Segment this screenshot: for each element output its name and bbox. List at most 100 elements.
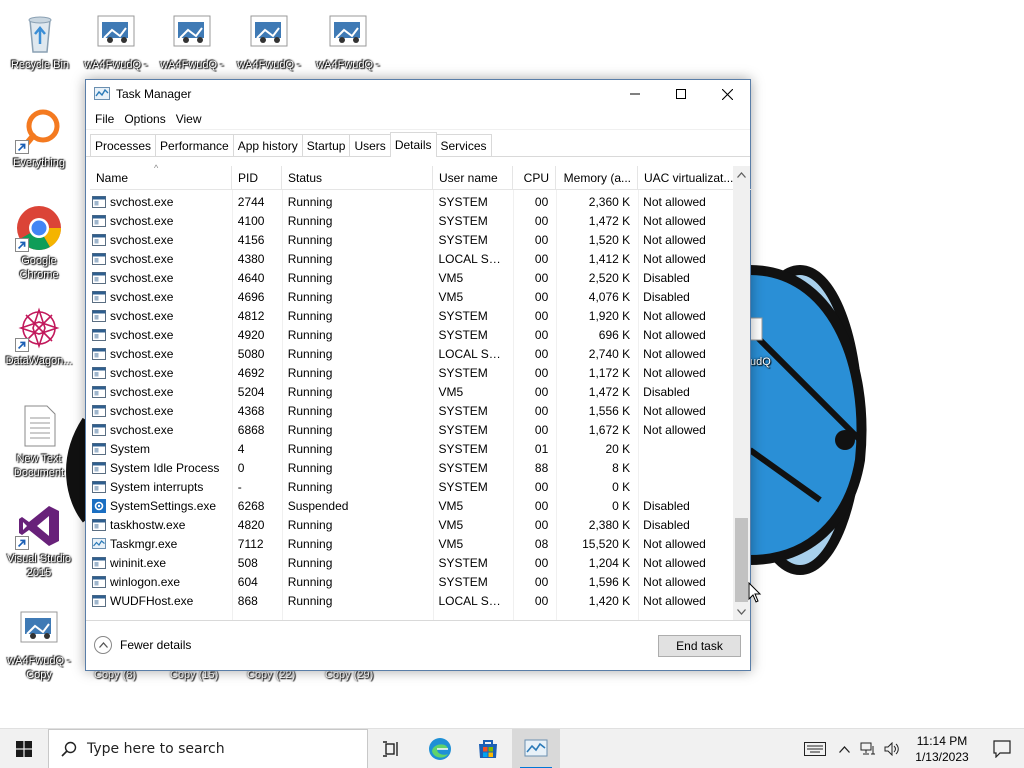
column-header-name[interactable]: Name xyxy=(90,165,232,190)
start-button[interactable] xyxy=(0,729,48,768)
search-icon xyxy=(61,741,77,757)
desktop-icon-file-2[interactable]: wA4FwudQ - xyxy=(154,8,230,72)
fewer-details-button[interactable]: Fewer details xyxy=(94,636,191,654)
desktop-icon-datawagon[interactable]: DataWagon... xyxy=(1,304,77,368)
cell-status: Running xyxy=(287,346,333,361)
column-header-cpu[interactable]: CPU xyxy=(513,165,556,190)
cell-cpu: 00 xyxy=(534,346,549,361)
maximize-button[interactable] xyxy=(658,80,704,108)
file-shortcut-icon xyxy=(97,15,135,47)
menu-options[interactable]: Options xyxy=(119,112,170,126)
close-button[interactable] xyxy=(704,80,750,108)
desktop-icon-google-chrome[interactable]: Google Chrome xyxy=(1,204,77,282)
table-row[interactable]: WUDFHost.exe 868 Running LOCAL SE... 00 1,420… xyxy=(90,591,735,610)
table-row[interactable]: svchost.exe 5080 Running LOCAL SE... 00 2,740… xyxy=(90,344,735,363)
cell-user-name: LOCAL SE... xyxy=(438,593,507,608)
tab-details[interactable]: Details xyxy=(389,132,437,157)
desktop-icon-file-copy[interactable]: wA4FwudQ - Copy xyxy=(1,604,77,682)
title-bar[interactable]: Task Manager xyxy=(86,80,750,108)
cell-cpu: 00 xyxy=(534,232,549,247)
minimize-icon xyxy=(630,93,640,95)
cell-name: WUDFHost.exe xyxy=(90,594,232,608)
cell-memory: 1,472 K xyxy=(588,384,631,399)
process-icon xyxy=(92,309,106,323)
taskbar-store[interactable] xyxy=(464,729,512,768)
tab-users[interactable]: Users xyxy=(349,134,391,156)
notifications-button[interactable] xyxy=(980,729,1024,768)
chrome-icon xyxy=(15,204,63,252)
table-row[interactable]: System Idle Process 0 Running SYSTEM 88 8 K xyxy=(90,458,735,477)
minimize-button[interactable] xyxy=(612,80,658,108)
column-header-status[interactable]: Status xyxy=(282,165,433,190)
tab-processes[interactable]: Processes xyxy=(90,134,157,156)
taskbar-clock[interactable]: 11:14 PM 1/13/2023 xyxy=(904,733,980,765)
table-row[interactable]: svchost.exe 6868 Running SYSTEM 00 1,672 K Not… xyxy=(90,420,735,439)
desktop-icon-file-3[interactable]: wA4FwudQ - xyxy=(231,8,307,72)
table-row[interactable]: winlogon.exe 604 Running SYSTEM 00 1,596 K Not… xyxy=(90,572,735,591)
cell-cpu: 00 xyxy=(534,251,549,266)
menu-view[interactable]: View xyxy=(171,112,207,126)
volume-button[interactable] xyxy=(880,729,904,768)
scroll-up-button[interactable] xyxy=(733,166,750,183)
taskbar-search-box[interactable]: Type here to search xyxy=(48,728,368,768)
desktop-icon-everything[interactable]: Everything xyxy=(1,106,77,170)
tab-startup[interactable]: Startup xyxy=(301,134,351,156)
process-icon xyxy=(92,214,106,228)
table-row[interactable]: svchost.exe 5204 Running VM5 00 1,472 K Disabl… xyxy=(90,382,735,401)
table-row[interactable]: wininit.exe 508 Running SYSTEM 00 1,204 K Not … xyxy=(90,553,735,572)
desktop-icon-new-text-document[interactable]: New Text Document xyxy=(1,402,77,480)
table-row[interactable]: taskhostw.exe 4820 Running VM5 00 2,380 K Disa… xyxy=(90,515,735,534)
desktop-icon-visual-studio[interactable]: Visual Studio 2015 xyxy=(1,502,77,580)
process-icon xyxy=(92,556,106,570)
process-name: svchost.exe xyxy=(110,365,174,380)
table-row[interactable]: svchost.exe 4920 Running SYSTEM 00 696 K Not a… xyxy=(90,325,735,344)
table-row[interactable]: svchost.exe 4640 Running VM5 00 2,520 K Disabl… xyxy=(90,268,735,287)
taskbar-task-manager[interactable] xyxy=(512,728,560,768)
cell-name: svchost.exe xyxy=(90,195,232,209)
menu-file[interactable]: File xyxy=(90,112,119,126)
table-row[interactable]: svchost.exe 2744 Running SYSTEM 00 2,360 K Not… xyxy=(90,192,735,211)
table-row[interactable]: System interrupts - Running SYSTEM 00 0 K xyxy=(90,477,735,496)
column-header-user-name[interactable]: User name xyxy=(433,165,513,190)
column-header-pid[interactable]: PID xyxy=(232,165,282,190)
desktop-icon-file-1[interactable]: wA4FwudQ - xyxy=(78,8,154,72)
cell-user-name: SYSTEM xyxy=(438,422,488,437)
table-row[interactable]: svchost.exe 4100 Running SYSTEM 00 1,472 K Not… xyxy=(90,211,735,230)
column-header-memory[interactable]: Memory (a... xyxy=(556,165,638,190)
cell-status: Suspended xyxy=(287,498,349,513)
task-view-button[interactable] xyxy=(368,729,416,768)
tab-performance[interactable]: Performance xyxy=(155,134,234,156)
scroll-down-button[interactable] xyxy=(733,603,750,620)
cell-user-name: SYSTEM xyxy=(438,213,488,228)
desktop-icon-recycle-bin[interactable]: Recycle Bin xyxy=(2,8,78,72)
network-button[interactable] xyxy=(856,729,880,768)
table-row[interactable]: svchost.exe 4380 Running LOCAL SE... 00 1,412… xyxy=(90,249,735,268)
taskbar-edge[interactable] xyxy=(416,729,464,768)
cell-name: svchost.exe xyxy=(90,347,232,361)
cell-cpu: 00 xyxy=(534,365,549,380)
cell-memory: 1,412 K xyxy=(588,251,631,266)
table-row[interactable]: svchost.exe 4156 Running SYSTEM 00 1,520 K Not… xyxy=(90,230,735,249)
action-center-button[interactable] xyxy=(798,729,832,768)
table-row[interactable]: svchost.exe 4692 Running SYSTEM 00 1,172 K Not… xyxy=(90,363,735,382)
end-task-button[interactable]: End task xyxy=(658,635,741,657)
close-icon xyxy=(721,88,733,100)
column-header-uac-virtualization[interactable]: UAC virtualizat... xyxy=(638,165,736,190)
table-row[interactable]: Taskmgr.exe 7112 Running VM5 08 15,520 K Not a… xyxy=(90,534,735,553)
vertical-scrollbar[interactable] xyxy=(733,166,750,620)
show-hidden-icons-button[interactable] xyxy=(832,729,856,768)
cell-uac-virtualization: Not allowed xyxy=(643,403,706,418)
table-row[interactable]: SystemSettings.exe 6268 Suspended VM5 00 0 K D… xyxy=(90,496,735,515)
desktop-icon-file-4[interactable]: wA4FwudQ - xyxy=(310,8,386,72)
notification-icon xyxy=(993,740,1011,758)
table-row[interactable]: System 4 Running SYSTEM 01 20 K xyxy=(90,439,735,458)
tab-app-history[interactable]: App history xyxy=(232,134,303,156)
table-row[interactable]: svchost.exe 4812 Running SYSTEM 00 1,920 K Not… xyxy=(90,306,735,325)
cell-name: svchost.exe xyxy=(90,252,232,266)
process-name: svchost.exe xyxy=(110,346,174,361)
tab-services[interactable]: Services xyxy=(435,134,492,156)
scrollbar-thumb[interactable] xyxy=(735,518,748,602)
desktop-icon-label-partial[interactable]: udQ xyxy=(750,356,771,368)
table-row[interactable]: svchost.exe 4696 Running VM5 00 4,076 K Disabl… xyxy=(90,287,735,306)
table-row[interactable]: svchost.exe 4368 Running SYSTEM 00 1,556 K Not… xyxy=(90,401,735,420)
